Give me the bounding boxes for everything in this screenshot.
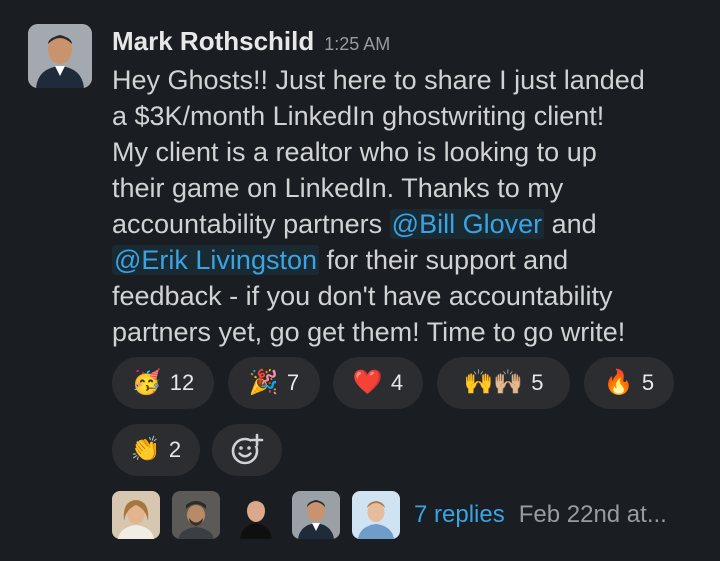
message: Mark Rothschild 1:25 AM Hey Ghosts!! Jus… bbox=[0, 0, 720, 561]
mention-bill-glover[interactable]: @Bill Glover bbox=[389, 209, 545, 239]
reply-avatar bbox=[232, 491, 280, 539]
message-line: a $3K/month LinkedIn ghostwriting client… bbox=[112, 101, 605, 131]
red-heart-icon: ❤️ bbox=[352, 369, 383, 396]
reaction-raising-hands[interactable]: 🙌🙌🏼 5 bbox=[437, 357, 570, 409]
reply-avatar bbox=[352, 491, 400, 539]
message-body: Hey Ghosts!! Just here to share I just l… bbox=[112, 62, 702, 350]
reaction-count: 5 bbox=[641, 370, 655, 395]
reaction-clapping-hands[interactable]: 👏 2 bbox=[112, 424, 200, 476]
reaction-red-heart[interactable]: ❤️ 4 bbox=[333, 357, 423, 409]
reaction-fire[interactable]: 🔥 5 bbox=[584, 357, 674, 409]
reaction-partying-face[interactable]: 🥳 12 bbox=[112, 357, 214, 409]
message-line: Hey Ghosts!! Just here to share I just l… bbox=[112, 65, 645, 95]
reaction-count: 4 bbox=[390, 370, 404, 395]
partying-face-icon: 🥳 bbox=[131, 369, 162, 396]
message-text: and bbox=[544, 209, 597, 239]
message-text: for their support and bbox=[319, 245, 569, 275]
thread-last-reply-date: Feb 22nd at... bbox=[518, 501, 667, 528]
mention-erik-livingston[interactable]: @Erik Livingston bbox=[112, 245, 319, 275]
add-reaction-icon bbox=[231, 433, 264, 465]
message-text: accountability partners bbox=[112, 209, 390, 239]
message-line: their game on LinkedIn. Thanks to my bbox=[112, 173, 564, 203]
reaction-count: 5 bbox=[531, 370, 544, 395]
add-reaction-button[interactable] bbox=[212, 424, 282, 476]
reaction-count: 7 bbox=[286, 370, 300, 395]
reaction-party-popper[interactable]: 🎉 7 bbox=[228, 357, 320, 409]
message-line: My client is a realtor who is looking to… bbox=[112, 137, 597, 167]
reaction-count: 12 bbox=[169, 370, 195, 395]
clapping-hands-icon: 👏 bbox=[130, 436, 161, 463]
message-line: partners yet, go get them! Time to go wr… bbox=[112, 317, 626, 347]
message-line: @Erik Livingston for their support and bbox=[112, 242, 702, 278]
message-line: accountability partners @Bill Glover and bbox=[112, 206, 702, 242]
thread-summary[interactable]: 7 replies Feb 22nd at... bbox=[112, 490, 667, 540]
message-timestamp[interactable]: 1:25 AM bbox=[324, 34, 390, 55]
replies-link[interactable]: 7 replies bbox=[414, 501, 505, 529]
reply-avatar bbox=[292, 491, 340, 539]
reply-avatar bbox=[172, 491, 220, 539]
reply-avatar bbox=[112, 491, 160, 539]
author-avatar[interactable] bbox=[28, 24, 92, 88]
reaction-count: 2 bbox=[168, 437, 182, 462]
message-line: feedback - if you don't have accountabil… bbox=[112, 281, 613, 311]
fire-icon: 🔥 bbox=[603, 369, 634, 396]
message-header: Mark Rothschild 1:25 AM bbox=[112, 26, 390, 57]
party-popper-icon: 🎉 bbox=[248, 369, 279, 396]
raising-hands-icon: 🙌🙌🏼 bbox=[463, 369, 524, 396]
author-name[interactable]: Mark Rothschild bbox=[112, 26, 314, 57]
